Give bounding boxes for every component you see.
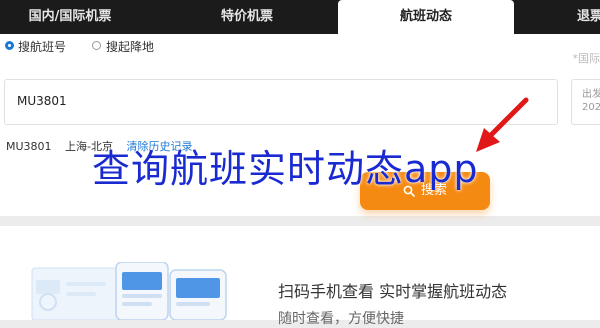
flight-number-value: MU3801: [17, 94, 67, 108]
red-arrow-icon: [468, 94, 538, 158]
tab-domestic-international[interactable]: 国内/国际机票: [0, 0, 140, 34]
tab-refund[interactable]: 退票: [560, 0, 600, 34]
promo-heading: 扫码手机查看 实时掌握航班动态: [278, 278, 507, 302]
tab-bar: 国内/国际机票 特价机票 航班动态 退票: [0, 0, 600, 34]
search-mode-group: 搜航班号 搜起降地 *国际: [0, 34, 600, 58]
radio-route-label[interactable]: 搜起降地: [106, 38, 154, 55]
promo-subheading: 随时查看，方便快捷: [278, 308, 404, 328]
tab-flight-status[interactable]: 航班动态: [338, 0, 514, 34]
phone-illustration: [30, 262, 230, 320]
promo-section: 扫码手机查看 实时掌握航班动态 随时查看，方便快捷: [0, 226, 600, 320]
radio-flight-number[interactable]: [5, 41, 14, 50]
radio-route[interactable]: [92, 41, 101, 50]
departure-date-field[interactable]: 出发 202: [571, 79, 600, 125]
departure-date-label: 出发: [582, 85, 600, 100]
radio-flight-number-label[interactable]: 搜航班号: [18, 38, 66, 55]
international-hint: *国际: [573, 50, 600, 66]
history-flight[interactable]: MU3801: [6, 140, 52, 153]
departure-date-value: 202: [582, 102, 600, 113]
overlay-title: 查询航班实时动态app: [92, 138, 479, 193]
tab-special-tickets[interactable]: 特价机票: [172, 0, 322, 34]
